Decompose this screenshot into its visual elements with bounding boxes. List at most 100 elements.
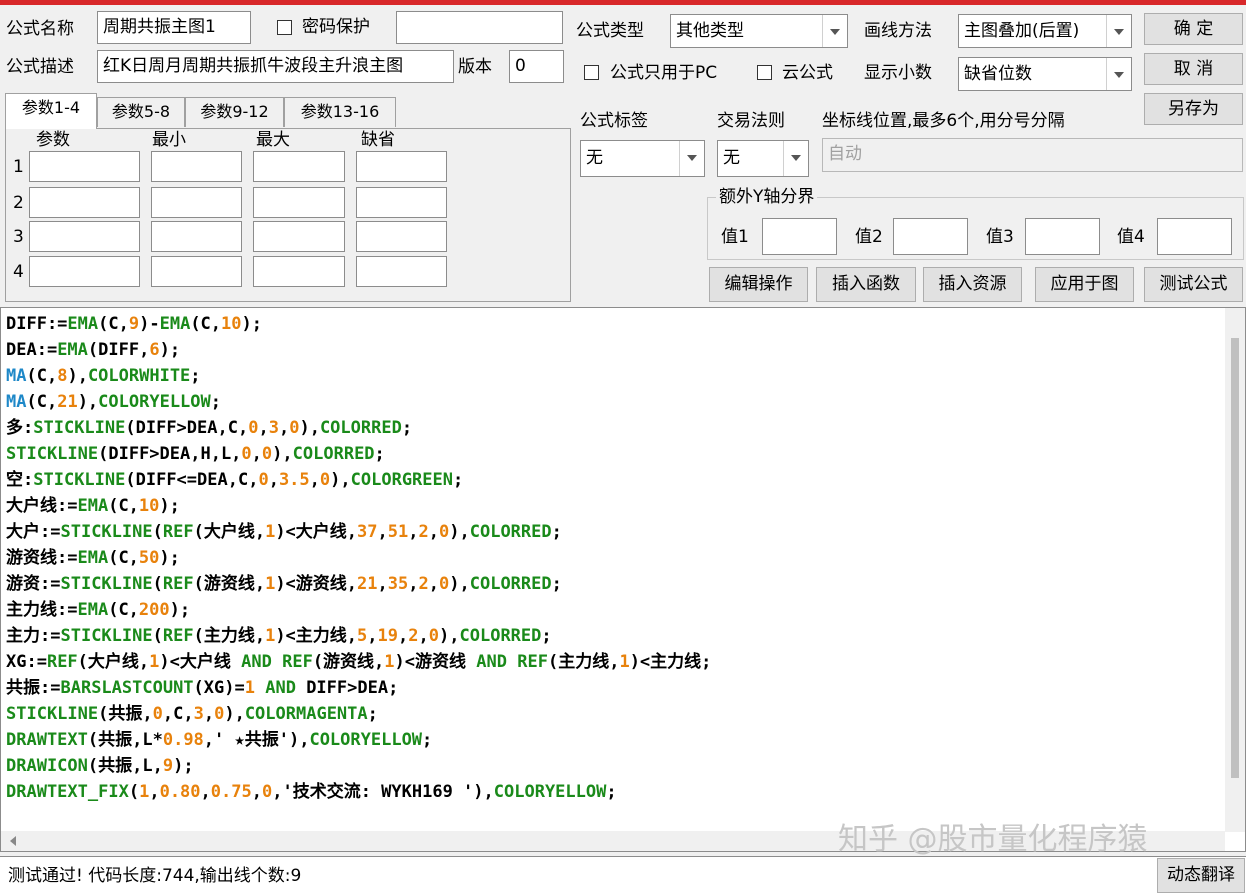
password-input[interactable] [396,11,563,44]
code-line[interactable]: DRAWTEXT_FIX(1,0.80,0.75,0,'技术交流: WYKH16… [6,779,711,805]
code-token: REF [282,652,313,672]
dynamic-translate-button[interactable]: 动态翻译 [1157,858,1245,893]
apply-to-chart-button[interactable]: 应用于图 [1035,267,1134,302]
code-token: 9 [162,756,174,776]
code-token: 主力线:= [6,600,78,620]
code-line[interactable]: 主力:=STICKLINE(REF(主力线,1)<主力线,5,19,2,0),C… [6,623,711,649]
param-cell-r4-c4[interactable] [356,256,447,287]
code-line[interactable]: 大户:=STICKLINE(REF(大户线,1)<大户线,37,51,2,0),… [6,519,711,545]
cancel-button[interactable]: 取 消 [1144,53,1243,85]
tab-params-5-8[interactable]: 参数5-8 [97,97,185,127]
extra-y-input-2[interactable] [893,218,968,255]
code-token: 0.98 [162,730,204,750]
code-line[interactable]: 游资线:=EMA(C,50); [6,545,711,571]
code-line[interactable]: STICKLINE(DIFF>DEA,H,L,0,0),COLORRED; [6,441,711,467]
param-cell-r1-c4[interactable] [356,151,447,182]
code-token: 1 [265,626,276,646]
code-line[interactable]: MA(C,21),COLORYELLOW; [6,389,711,415]
param-cell-r4-c2[interactable] [151,256,242,287]
code-line[interactable]: DIFF:=EMA(C,9)-EMA(C,10); [6,311,711,337]
decimal-select[interactable]: 缺省位数 [958,57,1132,91]
param-cell-r2-c2[interactable] [151,187,242,218]
code-line[interactable]: DRAWTEXT(共振,L*0.98,' ★共振'),COLORYELLOW; [6,727,711,753]
scrollbar-thumb[interactable] [1231,338,1239,778]
status-message: 测试通过! 代码长度:744,输出线个数:9 [8,866,302,886]
param-cell-r3-c4[interactable] [356,221,447,252]
code-line[interactable]: XG:=REF(大户线,1)<大户线 AND REF(游资线,1)<游资线 AN… [6,649,711,675]
extra-y-input-4[interactable] [1157,218,1232,255]
code-token: ( [152,574,163,594]
formula-tag-select[interactable]: 无 [580,140,705,177]
edit-operations-button[interactable]: 编辑操作 [709,267,808,302]
ok-button[interactable]: 确 定 [1144,13,1243,45]
code-line[interactable]: DEA:=EMA(DIFF,6); [6,337,711,363]
axis-position-input[interactable]: 自动 [822,138,1243,172]
password-protect-checkbox[interactable] [277,20,292,35]
param-cell-r1-c1[interactable] [29,151,140,182]
code-token: STICKLINE [60,626,153,646]
vertical-scrollbar[interactable] [1225,308,1245,832]
tab-params-13-16[interactable]: 参数13-16 [284,97,396,127]
code-token: (DIFF, [87,340,150,360]
code-line[interactable]: 共振:=BARSLASTCOUNT(XG)=1 AND DIFF>DEA; [6,675,711,701]
code-token: ( [152,522,163,542]
pc-only-checkbox[interactable] [584,65,599,80]
param-header-max: 最大 [256,130,290,150]
cloud-formula-checkbox[interactable] [757,65,772,80]
code-line[interactable]: 空:STICKLINE(DIFF<=DEA,C,0,3.5,0),COLORGR… [6,467,711,493]
code-line[interactable]: 多:STICKLINE(DIFF>DEA,C,0,3,0),COLORRED; [6,415,711,441]
extra-y-label-4: 值4 [1117,227,1145,247]
tab-params-9-12[interactable]: 参数9-12 [185,97,284,127]
code-token: (XG)= [193,678,245,698]
trade-rule-select[interactable]: 无 [717,140,809,177]
version-label: 版本 [458,57,492,77]
code-token: 大户线:= [6,496,78,516]
param-cell-r2-c3[interactable] [253,187,345,218]
scroll-left-arrow-icon[interactable] [10,836,16,846]
code-token: COLORYELLOW [493,782,607,802]
code-token: DEA:= [6,340,58,360]
code-token: 3.5 [278,470,310,490]
extra-y-input-3[interactable] [1025,218,1100,255]
formula-desc-input[interactable]: 红K日周月周期共振抓牛波段主升浪主图 [97,50,454,83]
code-line[interactable]: 游资:=STICKLINE(REF(游资线,1)<游资线,21,35,2,0),… [6,571,711,597]
param-cell-r1-c3[interactable] [253,151,345,182]
param-cell-r3-c2[interactable] [151,221,242,252]
code-token: ; [401,418,413,438]
code-line[interactable]: STICKLINE(共振,0,C,3,0),COLORMAGENTA; [6,701,711,727]
formula-type-select[interactable]: 其他类型 [670,14,848,48]
draw-method-select[interactable]: 主图叠加(后置) [958,14,1132,48]
code-token: ,'技术交流: WYKH169 '), [272,782,494,802]
tab-params-1-4[interactable]: 参数1-4 [5,93,97,129]
code-token: 游资线:= [6,548,78,568]
code-line[interactable]: 主力线:=EMA(C,200); [6,597,711,623]
param-cell-r2-c4[interactable] [356,187,447,218]
test-formula-button[interactable]: 测试公式 [1144,267,1243,302]
chevron-down-icon [822,15,847,47]
code-token: 0 [428,626,440,646]
code-token: COLORRED [459,626,542,646]
param-cell-r4-c1[interactable] [29,256,140,287]
code-line[interactable]: 大户线:=EMA(C,10); [6,493,711,519]
code-line[interactable]: MA(C,8),COLORWHITE; [6,363,711,389]
save-as-button[interactable]: 另存为 [1144,93,1243,125]
code-line[interactable]: DRAWICON(共振,L,9); [6,753,711,779]
code-token: (共振,L* [87,730,163,750]
code-token: EMA [159,314,191,334]
code-token: , [377,574,388,594]
insert-resource-button[interactable]: 插入资源 [923,267,1022,302]
formula-name-input[interactable]: 周期共振主图1 [97,11,251,44]
param-cell-r3-c1[interactable] [29,221,140,252]
param-cell-r3-c3[interactable] [253,221,345,252]
code-editor[interactable]: DIFF:=EMA(C,9)-EMA(C,10); DEA:=EMA(DIFF,6… [0,307,1246,852]
param-cell-r4-c3[interactable] [253,256,345,287]
version-input[interactable]: 0 [509,50,564,83]
code-token: , [418,626,429,646]
decimal-value: 缺省位数 [964,64,1032,84]
extra-y-input-1[interactable] [762,218,837,255]
insert-function-button[interactable]: 插入函数 [816,267,916,302]
code-token: ; [551,574,562,594]
code-content[interactable]: DIFF:=EMA(C,9)-EMA(C,10); DEA:=EMA(DIFF,6… [6,311,711,805]
param-cell-r1-c2[interactable] [151,151,242,182]
param-cell-r2-c1[interactable] [29,187,140,218]
